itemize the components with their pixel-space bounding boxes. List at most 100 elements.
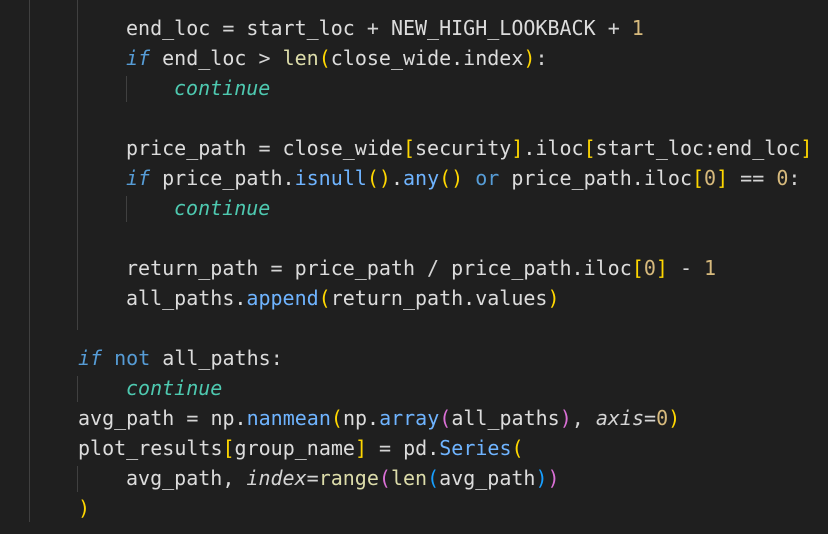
code-token: = — [644, 406, 657, 430]
code-token: ] — [655, 256, 668, 280]
code-token: avg_path — [439, 466, 536, 490]
code-token: = — [222, 16, 247, 40]
code-token: .iloc — [523, 136, 584, 160]
indent-guide — [126, 196, 127, 222]
code-line-10[interactable]: all_paths.append(return_path.values) — [126, 283, 560, 313]
code-line-16[interactable]: avg_path, index=range(len(avg_path)) — [126, 463, 560, 493]
code-token: end_loc — [126, 16, 223, 40]
code-token: 1 — [631, 16, 644, 40]
code-token: ) — [535, 466, 548, 490]
code-token: if — [126, 46, 151, 70]
code-token: start_loc:end_loc — [595, 136, 801, 160]
code-token: continue — [174, 196, 271, 220]
code-line-14[interactable]: avg_path = np.nanmean(np.array(all_paths… — [78, 403, 680, 433]
code-token: continue — [174, 76, 271, 100]
code-token: [ — [692, 166, 705, 190]
code-token: = — [367, 436, 404, 460]
code-token: if — [78, 346, 103, 370]
code-token: = — [258, 136, 283, 160]
code-token: ) — [78, 496, 91, 520]
code-token: 0 — [656, 406, 669, 430]
code-token: price_path. — [150, 166, 295, 190]
code-editor[interactable]: end_loc = start_loc + NEW_HIGH_LOOKBACK … — [0, 0, 828, 534]
code-token: price_path.iloc — [451, 256, 632, 280]
code-token: return_path — [126, 256, 271, 280]
code-token: all_paths. — [126, 286, 247, 310]
indent-guide — [29, 0, 30, 522]
code-token: all_paths — [150, 346, 271, 370]
code-token: nanmean — [246, 406, 331, 430]
code-token: ( — [427, 466, 440, 490]
indent-guide — [77, 466, 78, 492]
code-token: ] — [511, 136, 524, 160]
code-token: - — [667, 256, 705, 280]
code-token: [ — [583, 136, 596, 160]
code-token: price_path — [126, 136, 259, 160]
code-token: or — [463, 166, 512, 190]
code-line-13[interactable]: continue — [126, 373, 222, 403]
code-token: range — [318, 466, 379, 490]
code-token: start_loc — [246, 16, 367, 40]
code-token: ] — [716, 166, 729, 190]
code-token: Series — [439, 436, 512, 460]
code-line-1[interactable]: end_loc = start_loc + NEW_HIGH_LOOKBACK … — [126, 13, 644, 43]
code-token: np. — [210, 406, 247, 430]
code-token: () — [366, 166, 391, 190]
code-token: ) — [668, 406, 681, 430]
code-token: ) — [547, 466, 560, 490]
code-token: ] — [800, 136, 813, 160]
code-token: == — [728, 166, 777, 190]
code-token: end_loc — [150, 46, 259, 70]
code-token: + — [607, 16, 632, 40]
code-line-6[interactable]: if price_path.isnull().any() or price_pa… — [126, 163, 800, 193]
code-line-7[interactable]: continue — [174, 193, 270, 223]
code-token: close_wide.index — [330, 46, 524, 70]
code-token: ( — [318, 286, 331, 310]
code-token: group_name — [234, 436, 355, 460]
code-token: index — [246, 466, 307, 490]
indent-guide — [77, 376, 78, 402]
code-token: append — [246, 286, 319, 310]
code-token: [ — [222, 436, 235, 460]
code-line-2[interactable]: if end_loc > len(close_wide.index): — [126, 43, 547, 73]
code-line-5[interactable]: price_path = close_wide[security].iloc[s… — [126, 133, 812, 163]
code-token: pd. — [403, 436, 440, 460]
code-token: return_path.values — [330, 286, 548, 310]
code-token: if — [126, 166, 151, 190]
code-token: ) — [547, 286, 560, 310]
code-line-17[interactable]: ) — [78, 493, 90, 523]
code-token: + — [366, 16, 391, 40]
code-token: = — [306, 466, 319, 490]
code-token: avg_path — [78, 406, 187, 430]
code-token: [ — [402, 136, 416, 160]
code-token: NEW_HIGH_LOOKBACK — [390, 16, 608, 40]
code-line-12[interactable]: if not all_paths: — [78, 343, 283, 373]
indent-guide — [77, 0, 78, 330]
code-token: not — [102, 346, 151, 370]
code-token: = — [270, 256, 295, 280]
code-token: ( — [511, 436, 524, 460]
code-token: plot_results — [78, 436, 223, 460]
code-token: : — [270, 346, 283, 370]
code-token: isnull — [294, 166, 367, 190]
code-line-15[interactable]: plot_results[group_name] = pd.Series( — [78, 433, 524, 463]
code-token: ( — [318, 46, 331, 70]
code-token: ( — [439, 406, 452, 430]
code-token: array — [379, 406, 440, 430]
code-token: 0 — [704, 166, 717, 190]
code-token: any — [402, 166, 440, 190]
code-token: len — [390, 466, 428, 490]
code-token: len — [282, 46, 319, 70]
code-token: , — [571, 406, 596, 430]
code-token: : — [788, 166, 801, 190]
code-token: [ — [631, 256, 644, 280]
code-line-9[interactable]: return_path = price_path / price_path.il… — [126, 253, 716, 283]
code-token: close_wide — [282, 136, 403, 160]
code-token: security — [415, 136, 512, 160]
code-token: () — [439, 166, 464, 190]
code-token: 0 — [776, 166, 789, 190]
code-token: ) — [559, 406, 572, 430]
code-token: = — [186, 406, 211, 430]
code-token: / — [427, 256, 452, 280]
code-line-3[interactable]: continue — [174, 73, 270, 103]
